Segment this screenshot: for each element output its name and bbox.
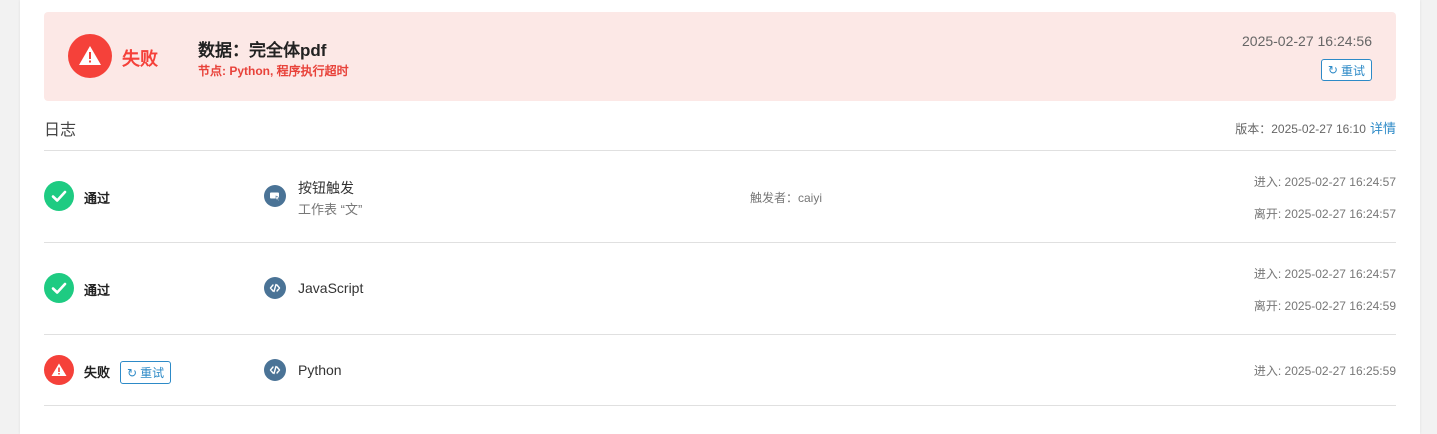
- code-icon: [264, 277, 286, 299]
- node-name: Python: [298, 362, 342, 378]
- retry-label: 重试: [140, 366, 165, 380]
- enter-time: 进入: 2025-02-27 16:24:57: [1253, 267, 1396, 281]
- leave-time: 离开: 2025-02-27 16:24:57: [1253, 207, 1396, 221]
- retry-label: 重试: [1340, 63, 1365, 78]
- retry-button[interactable]: ↻ 重试: [1320, 59, 1372, 81]
- node-name: 按钮触发: [298, 180, 354, 196]
- version-text: 版本：2025-02-27 16:10: [1235, 122, 1366, 136]
- banner-status: 失败: [122, 49, 158, 69]
- row-status: 通过: [84, 191, 111, 206]
- check-icon: [44, 181, 74, 211]
- divider: [44, 242, 1396, 243]
- row-status: 失败: [84, 365, 111, 380]
- divider: [44, 334, 1396, 335]
- banner-timestamp: 2025-02-27 16:24:56: [1242, 33, 1372, 49]
- divider: [44, 150, 1396, 151]
- banner-error-message: 节点: Python, 程序执行超时: [198, 64, 349, 78]
- code-icon: [264, 359, 286, 381]
- node-sub: 工作表 “文”: [298, 202, 363, 217]
- button-trigger-icon: [264, 185, 286, 207]
- version-info: 版本：2025-02-27 16:10 详情: [1235, 118, 1396, 137]
- warning-icon: [44, 355, 74, 385]
- node-name: JavaScript: [298, 280, 364, 296]
- refresh-icon: ↻: [127, 365, 138, 380]
- banner-title: 数据：完全体pdf: [198, 41, 327, 60]
- log-title: 日志: [44, 122, 77, 139]
- leave-time: 离开: 2025-02-27 16:24:59: [1253, 299, 1396, 313]
- check-icon: [44, 273, 74, 303]
- row-status: 通过: [84, 283, 111, 298]
- enter-time: 进入: 2025-02-27 16:24:57: [1253, 175, 1396, 189]
- retry-button[interactable]: ↻ 重试: [120, 361, 172, 384]
- divider: [44, 405, 1396, 406]
- warning-icon: [68, 34, 112, 78]
- details-link[interactable]: 详情: [1370, 121, 1396, 136]
- refresh-icon: ↻: [1327, 63, 1338, 77]
- enter-time: 进入: 2025-02-27 16:25:59: [1253, 364, 1396, 378]
- trigger-info: 触发者：caiyi: [750, 191, 823, 205]
- failure-banner: 失败 数据：完全体pdf 节点: Python, 程序执行超时 2025-02-…: [44, 12, 1396, 101]
- run-detail-panel: 失败 数据：完全体pdf 节点: Python, 程序执行超时 2025-02-…: [20, 0, 1420, 434]
